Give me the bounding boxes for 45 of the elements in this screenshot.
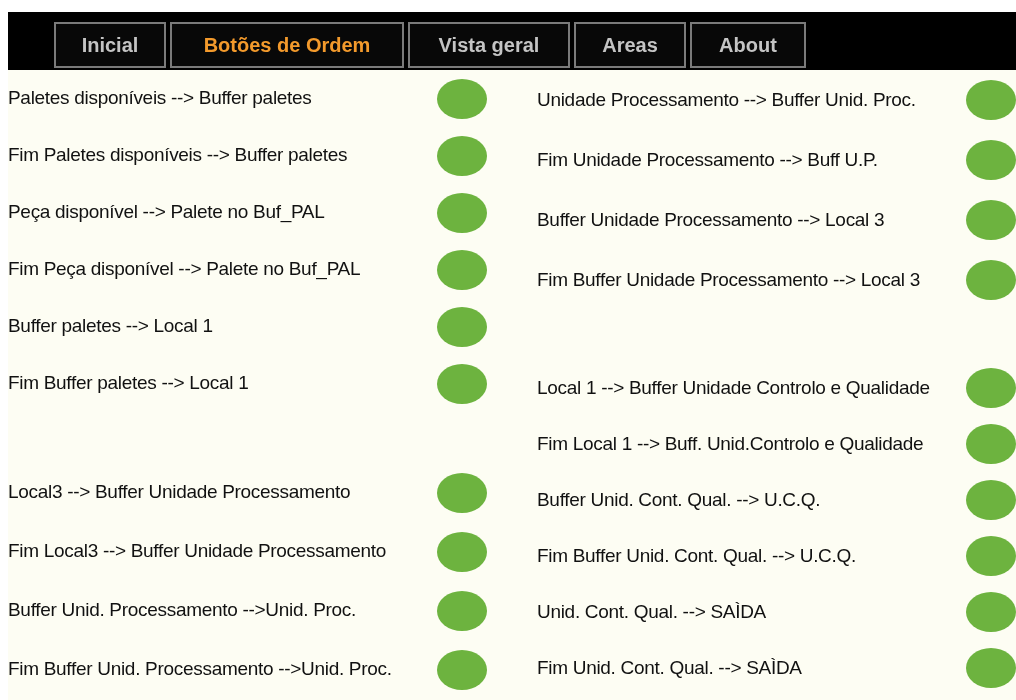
- command-label: Buffer Unid. Cont. Qual. --> U.C.Q.: [537, 487, 822, 512]
- command-label: Fim Paletes disponíveis --> Buffer paletes: [8, 143, 349, 168]
- command-button[interactable]: [437, 192, 487, 233]
- command-label: Fim Unid. Cont. Qual. --> SAÌDA: [537, 655, 803, 680]
- command-label: Buffer Unid. Processamento -->Unid. Proc.: [8, 598, 357, 623]
- command-button[interactable]: [966, 140, 1016, 180]
- command-button[interactable]: [437, 78, 487, 119]
- command-button[interactable]: [437, 649, 487, 690]
- command-button[interactable]: [966, 480, 1016, 520]
- command-button[interactable]: [966, 592, 1016, 632]
- command-button[interactable]: [437, 363, 487, 404]
- command-label: Fim Buffer Unidade Processamento --> Local 3: [537, 267, 921, 292]
- command-button[interactable]: [966, 424, 1016, 464]
- nav-tab[interactable]: Inicial: [54, 22, 166, 68]
- command-label: Buffer Unidade Processamento --> Local 3: [537, 207, 886, 232]
- command-button[interactable]: [966, 368, 1016, 408]
- command-button[interactable]: [966, 536, 1016, 576]
- command-label: Local 1 --> Buffer Unidade Controlo e Qualidade: [537, 375, 931, 400]
- command-button[interactable]: [437, 249, 487, 290]
- command-button[interactable]: [437, 531, 487, 572]
- command-label: Fim Unidade Processamento --> Buff U.P.: [537, 147, 879, 172]
- command-label: Fim Local 1 --> Buff. Unid.Controlo e Qualidade: [537, 431, 925, 456]
- command-label: Paletes disponíveis --> Buffer paletes: [8, 86, 313, 111]
- command-label: Fim Buffer paletes --> Local 1: [8, 371, 250, 396]
- command-button[interactable]: [966, 200, 1016, 240]
- command-label: Fim Buffer Unid. Cont. Qual. --> U.C.Q.: [537, 543, 857, 568]
- command-button[interactable]: [437, 590, 487, 631]
- nav-tab[interactable]: Areas: [574, 22, 686, 68]
- command-button[interactable]: [437, 472, 487, 513]
- nav-tab[interactable]: Botões de Ordem: [170, 22, 404, 68]
- command-label: Fim Buffer Unid. Processamento -->Unid. Proc.: [8, 657, 393, 682]
- command-label: Fim Peça disponível --> Palete no Buf_PAL: [8, 257, 362, 282]
- command-button[interactable]: [966, 260, 1016, 300]
- command-label: Unid. Cont. Qual. --> SAÌDA: [537, 599, 767, 624]
- nav-tab[interactable]: Vista geral: [408, 22, 570, 68]
- command-label: Local3 --> Buffer Unidade Processamento: [8, 480, 352, 505]
- command-button[interactable]: [437, 306, 487, 347]
- command-label: Peça disponível --> Palete no Buf_PAL: [8, 200, 326, 225]
- nav-tab[interactable]: About: [690, 22, 806, 68]
- command-label: Buffer paletes --> Local 1: [8, 314, 214, 339]
- command-button[interactable]: [966, 80, 1016, 120]
- command-label: Unidade Processamento --> Buffer Unid. Proc.: [537, 87, 917, 112]
- command-button[interactable]: [437, 135, 487, 176]
- command-button[interactable]: [966, 648, 1016, 688]
- command-label: Fim Local3 --> Buffer Unidade Processamento: [8, 539, 388, 564]
